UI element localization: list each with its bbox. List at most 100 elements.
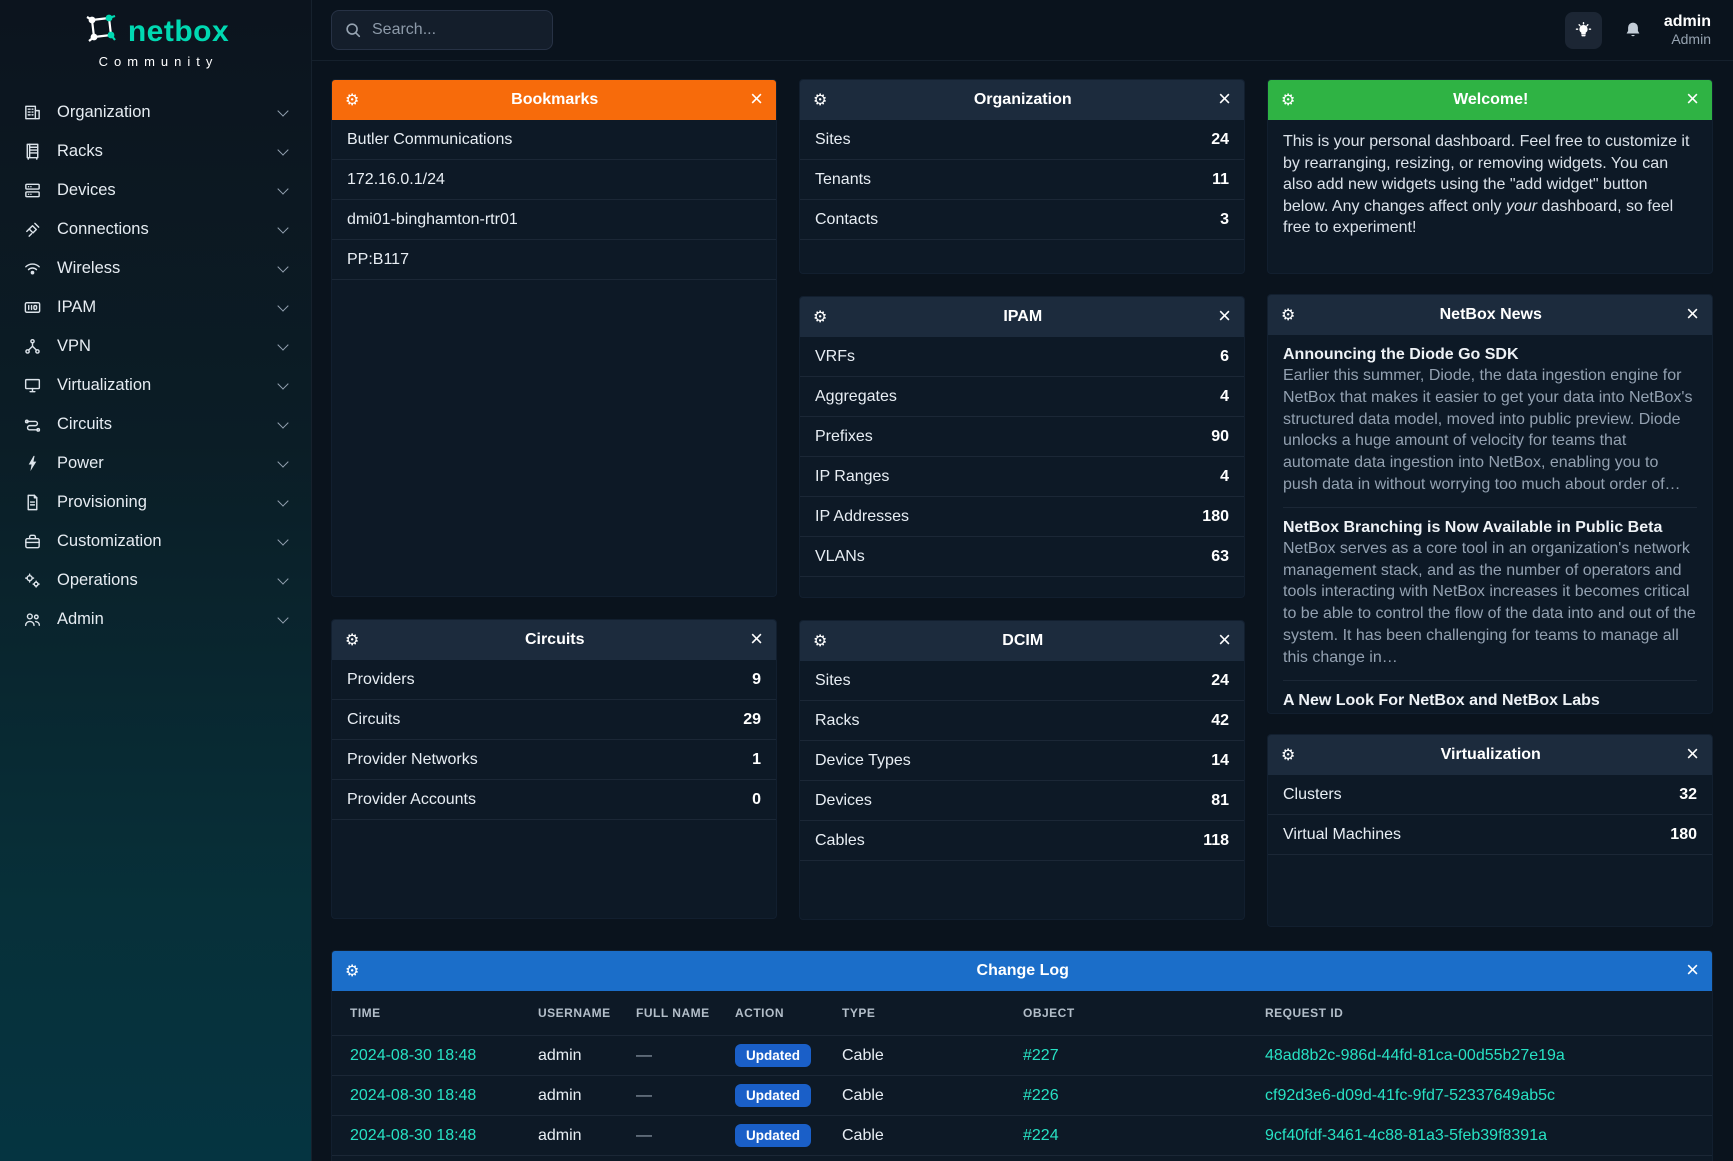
request-id-link[interactable]: 48ad8b2c-986d-44fd-81ca-00d55b27e19a [1265, 1047, 1694, 1065]
stat-label-link[interactable]: Providers [347, 671, 415, 689]
stat-value[interactable]: 42 [1211, 712, 1229, 730]
widget-config-icon[interactable]: ⚙ [1281, 92, 1295, 108]
sidebar-item-vpn[interactable]: VPN [0, 327, 311, 366]
netbox-logo[interactable]: netbox Community [0, 0, 311, 69]
stat-value[interactable]: 1 [752, 751, 761, 769]
time-link[interactable]: 2024-08-30 18:48 [350, 1127, 538, 1145]
stat-label-link[interactable]: Racks [815, 712, 859, 730]
sidebar-item-wireless[interactable]: Wireless [0, 249, 311, 288]
news-title-link[interactable]: A New Look For NetBox and NetBox Labs [1283, 692, 1697, 710]
widget-config-icon[interactable]: ⚙ [345, 963, 359, 979]
bookmark-link[interactable]: Butler Communications [332, 120, 776, 160]
bookmark-link[interactable]: PP:B117 [332, 240, 776, 280]
stat-row: Providers 9 [332, 660, 776, 700]
close-icon[interactable]: × [750, 628, 763, 650]
stat-value[interactable]: 81 [1211, 792, 1229, 810]
sidebar-item-ipam[interactable]: IPAM [0, 288, 311, 327]
stat-label-link[interactable]: IP Addresses [815, 508, 909, 526]
stat-value[interactable]: 24 [1211, 672, 1229, 690]
stat-label-link[interactable]: Prefixes [815, 428, 873, 446]
stat-value[interactable]: 63 [1211, 548, 1229, 566]
stat-value[interactable]: 180 [1670, 826, 1697, 844]
stat-value[interactable]: 24 [1211, 131, 1229, 149]
stat-value[interactable]: 0 [752, 791, 761, 809]
close-icon[interactable]: × [750, 88, 763, 110]
news-title-link[interactable]: Announcing the Diode Go SDK [1283, 346, 1697, 364]
widget-config-icon[interactable]: ⚙ [813, 92, 827, 108]
plug-icon [22, 220, 42, 240]
column-header: Action [735, 1006, 842, 1020]
close-icon[interactable]: × [1686, 959, 1699, 981]
time-link[interactable]: 2024-08-30 18:48 [350, 1047, 538, 1065]
stat-label-link[interactable]: Contacts [815, 211, 878, 229]
stat-label-link[interactable]: IP Ranges [815, 468, 889, 486]
stat-label-link[interactable]: Aggregates [815, 388, 897, 406]
user-menu[interactable]: admin Admin [1664, 13, 1711, 47]
stat-value[interactable]: 6 [1220, 348, 1229, 366]
stat-label-link[interactable]: Sites [815, 672, 851, 690]
stat-value[interactable]: 9 [752, 671, 761, 689]
close-icon[interactable]: × [1686, 743, 1699, 765]
request-id-link[interactable]: 9cf40fdf-3461-4c88-81a3-5feb39f8391a [1265, 1127, 1694, 1145]
sidebar-item-racks[interactable]: Racks [0, 132, 311, 171]
object-link[interactable]: #224 [1023, 1127, 1265, 1145]
widget-config-icon[interactable]: ⚙ [345, 632, 359, 648]
stat-row: Virtual Machines 180 [1268, 815, 1712, 855]
sidebar-item-circuits[interactable]: Circuits [0, 405, 311, 444]
stat-label-link[interactable]: VRFs [815, 348, 855, 366]
bookmark-link[interactable]: dmi01-binghamton-rtr01 [332, 200, 776, 240]
sidebar-item-customization[interactable]: Customization [0, 522, 311, 561]
sidebar-item-operations[interactable]: Operations [0, 561, 311, 600]
user-role: Admin [1671, 31, 1711, 47]
stat-value[interactable]: 118 [1203, 832, 1229, 850]
stat-value[interactable]: 3 [1220, 211, 1229, 229]
sidebar-item-provisioning[interactable]: Provisioning [0, 483, 311, 522]
stat-label-link[interactable]: Device Types [815, 752, 911, 770]
stat-value[interactable]: 14 [1211, 752, 1229, 770]
sidebar-item-organization[interactable]: Organization [0, 93, 311, 132]
close-icon[interactable]: × [1218, 629, 1231, 651]
stat-value[interactable]: 4 [1220, 468, 1229, 486]
object-link[interactable]: #226 [1023, 1087, 1265, 1105]
stat-label-link[interactable]: Cables [815, 832, 865, 850]
notifications-button[interactable] [1618, 12, 1648, 49]
widget-config-icon[interactable]: ⚙ [345, 92, 359, 108]
sidebar-item-admin[interactable]: Admin [0, 600, 311, 639]
close-icon[interactable]: × [1686, 88, 1699, 110]
search-input[interactable] [372, 21, 540, 39]
request-id-link[interactable]: cf92d3e6-d09d-41fc-9fd7-52337649ab5c [1265, 1087, 1694, 1105]
close-icon[interactable]: × [1218, 305, 1231, 327]
theme-toggle-button[interactable] [1565, 12, 1602, 49]
news-title-link[interactable]: NetBox Branching is Now Available in Pub… [1283, 519, 1697, 537]
sidebar-item-devices[interactable]: Devices [0, 171, 311, 210]
time-link[interactable]: 2024-08-30 18:48 [350, 1087, 538, 1105]
stat-label-link[interactable]: Circuits [347, 711, 400, 729]
widget-config-icon[interactable]: ⚙ [1281, 747, 1295, 763]
stat-label-link[interactable]: Clusters [1283, 786, 1342, 804]
stat-label-link[interactable]: Virtual Machines [1283, 826, 1401, 844]
stat-label-link[interactable]: Provider Networks [347, 751, 478, 769]
widget-config-icon[interactable]: ⚙ [1281, 307, 1295, 323]
stat-value[interactable]: 90 [1211, 428, 1229, 446]
stat-label-link[interactable]: Devices [815, 792, 872, 810]
sidebar-item-virtualization[interactable]: Virtualization [0, 366, 311, 405]
stat-label-link[interactable]: Sites [815, 131, 851, 149]
stat-value[interactable]: 4 [1220, 388, 1229, 406]
type-cell: Cable [842, 1087, 1023, 1105]
stat-value[interactable]: 11 [1212, 171, 1229, 189]
stat-label-link[interactable]: Tenants [815, 171, 871, 189]
object-link[interactable]: #227 [1023, 1047, 1265, 1065]
widget-config-icon[interactable]: ⚙ [813, 633, 827, 649]
stat-label-link[interactable]: VLANs [815, 548, 865, 566]
widget-config-icon[interactable]: ⚙ [813, 309, 827, 325]
close-icon[interactable]: × [1686, 303, 1699, 325]
sidebar-item-connections[interactable]: Connections [0, 210, 311, 249]
close-icon[interactable]: × [1218, 88, 1231, 110]
stat-value[interactable]: 180 [1202, 508, 1229, 526]
sidebar-item-power[interactable]: Power [0, 444, 311, 483]
stat-label-link[interactable]: Provider Accounts [347, 791, 476, 809]
stat-value[interactable]: 32 [1679, 786, 1697, 804]
welcome-text: This is your personal dashboard. Feel fr… [1268, 120, 1712, 273]
stat-value[interactable]: 29 [743, 711, 761, 729]
bookmark-link[interactable]: 172.16.0.1/24 [332, 160, 776, 200]
